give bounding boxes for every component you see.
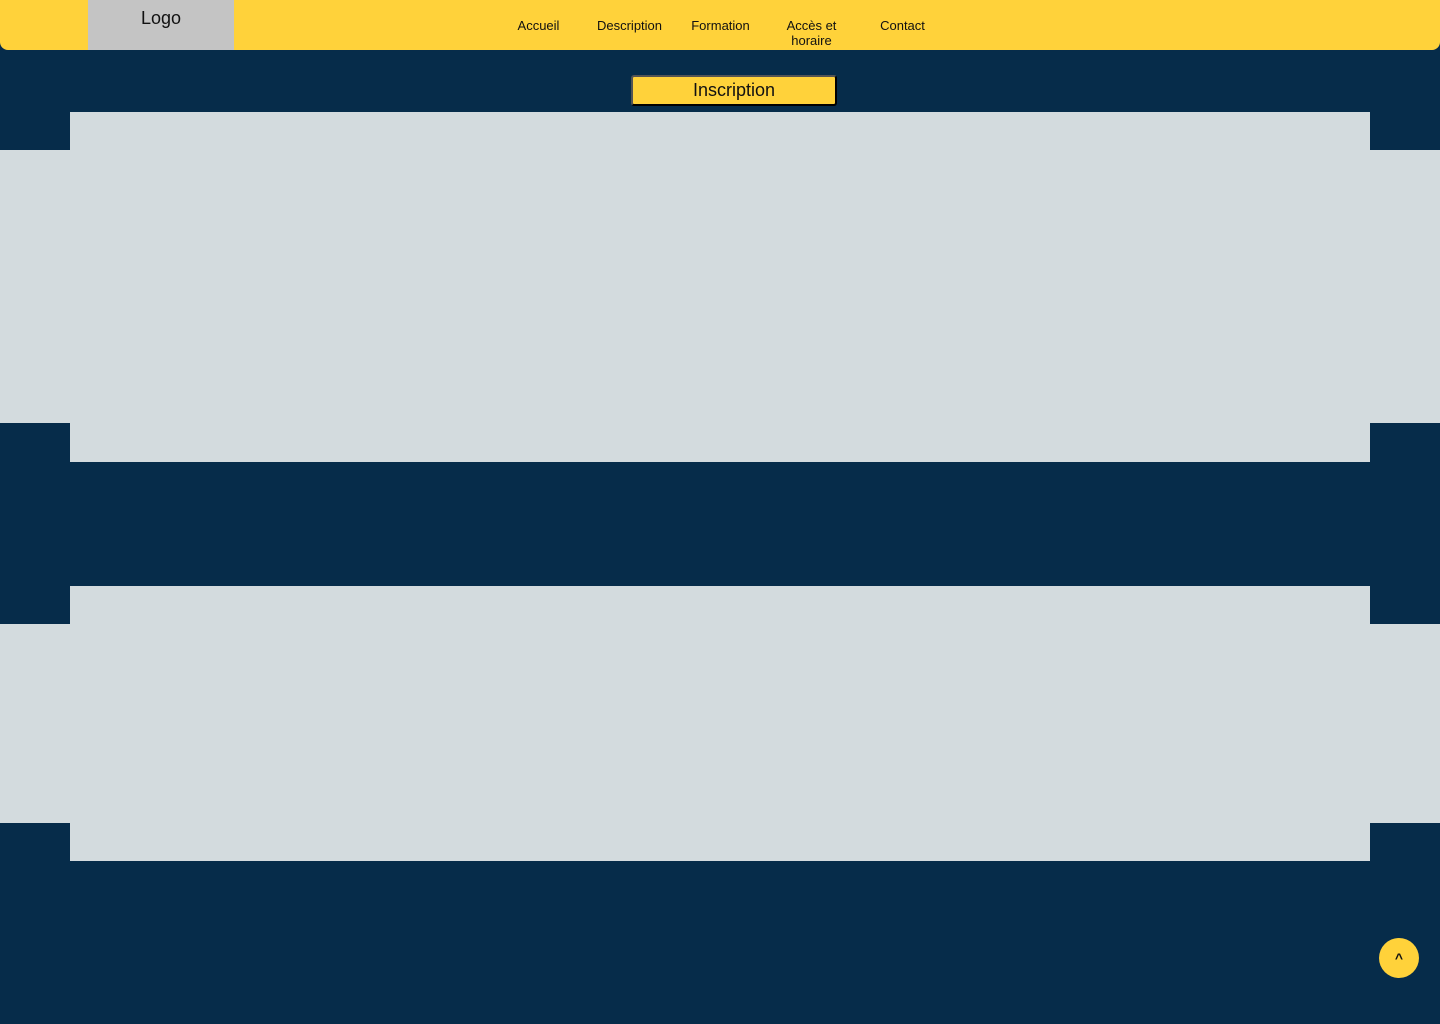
logo[interactable]: Logo [88, 0, 234, 50]
chevron-up-icon: ^ [1394, 950, 1404, 966]
content-panel-1 [70, 112, 1370, 462]
nav-item-formation[interactable]: Formation [675, 18, 766, 48]
nav-item-description[interactable]: Description [584, 18, 675, 48]
top-header: Logo Accueil Description Formation Accès… [0, 0, 1440, 50]
content-panel-2 [70, 586, 1370, 861]
scroll-to-top-button[interactable]: ^ [1379, 938, 1419, 978]
signup-button[interactable]: Inscription [631, 75, 837, 106]
nav-item-accueil[interactable]: Accueil [493, 18, 584, 48]
page: Logo Accueil Description Formation Accès… [0, 0, 1440, 1024]
nav-item-contact[interactable]: Contact [857, 18, 948, 48]
nav-item-acces-horaire[interactable]: Accès et horaire [766, 18, 857, 48]
main-navigation: Accueil Description Formation Accès et h… [493, 18, 948, 48]
